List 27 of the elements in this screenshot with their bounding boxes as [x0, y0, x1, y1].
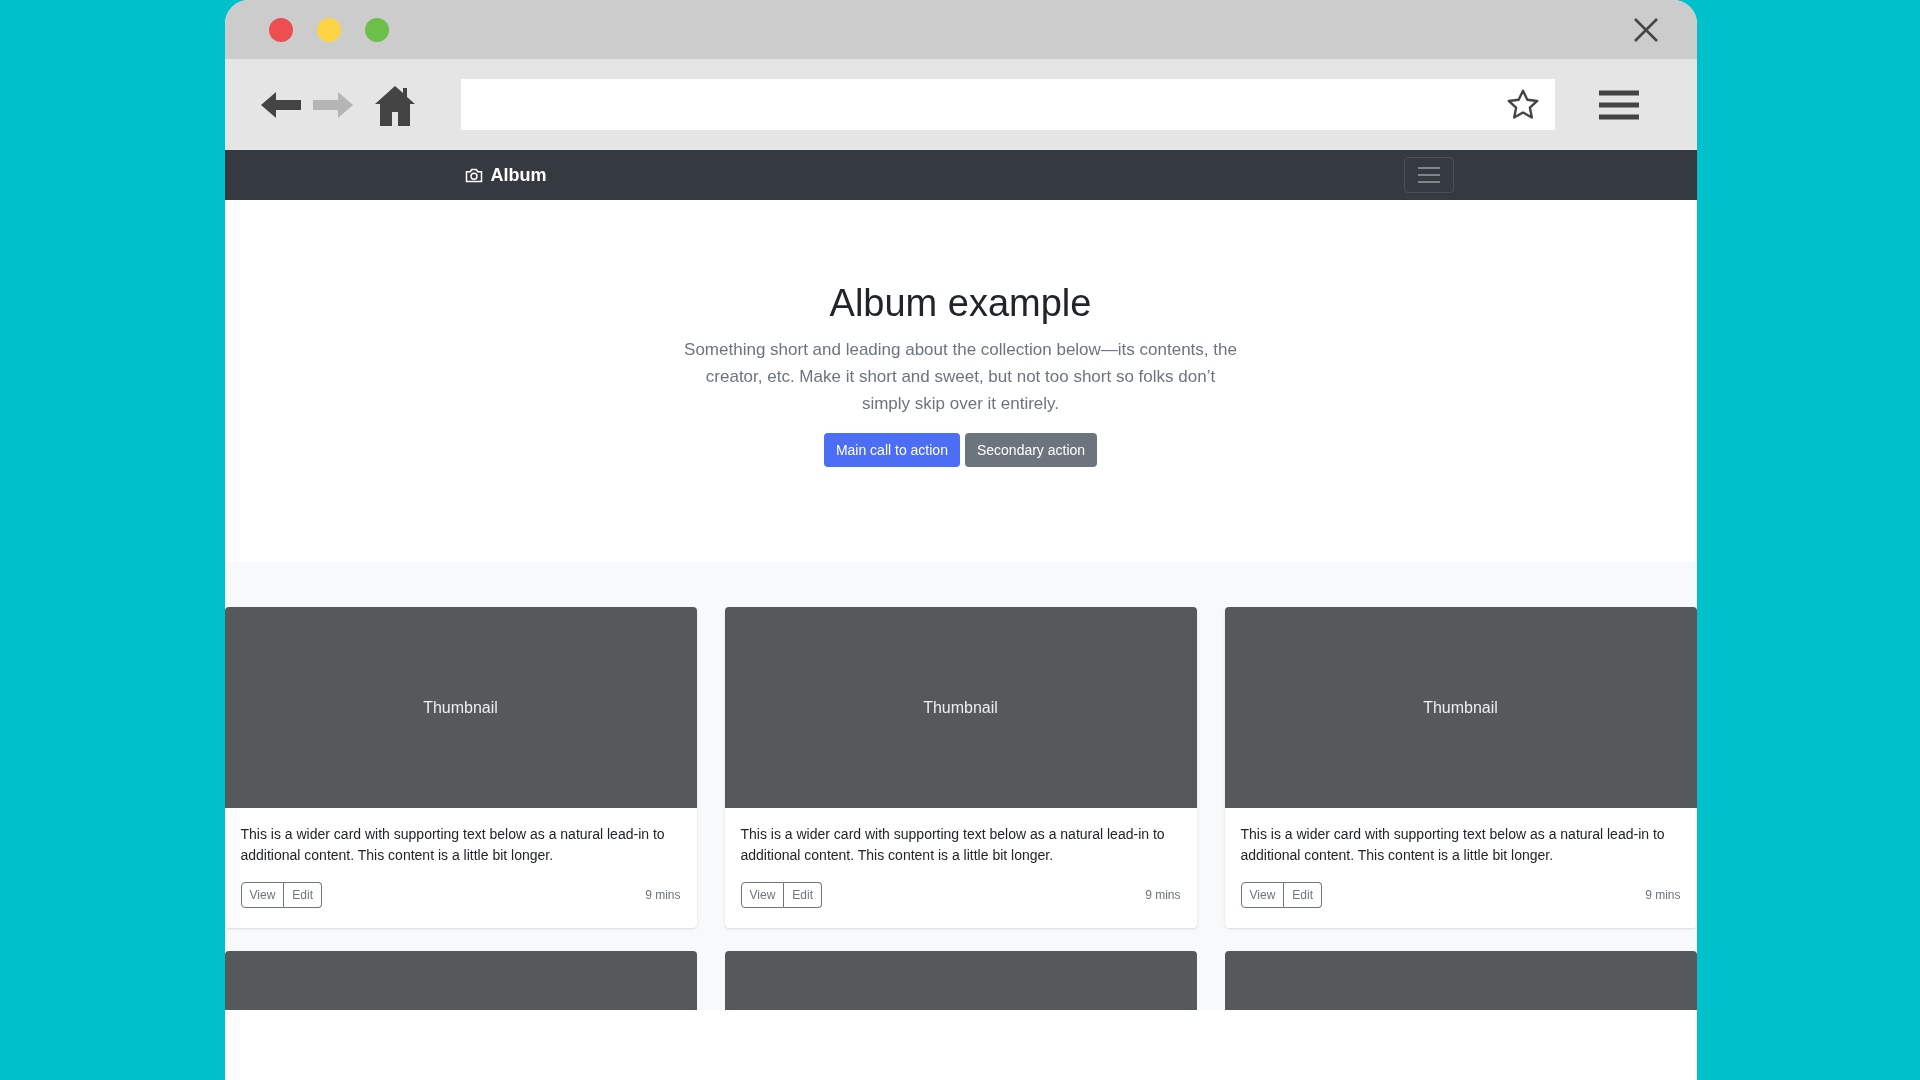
menu-icon [1417, 167, 1440, 183]
card-text: This is a wider card with supporting text below as a natural lead-in to additional content. This content is a little bit longer. [740, 825, 1166, 865]
card-button[interactable]: Edit [784, 882, 822, 908]
back-arrow-icon[interactable] [260, 89, 301, 120]
secondary-button[interactable]: Secondary action [964, 433, 1098, 467]
card-button[interactable]: View [740, 882, 785, 908]
brand-link[interactable]: Album [490, 161, 547, 189]
time-label: 9 mins [645, 887, 681, 904]
card-button[interactable]: View [1240, 882, 1285, 908]
thumbnail-label: Thumbnail [923, 697, 998, 718]
hero-lead: Something short and leading about the collection below—its contents, the creator, etc. Make it short and sweet, but not too short so folks don’t simply skip over it entirely. [683, 339, 1238, 415]
menu-icon[interactable] [1598, 89, 1639, 120]
card-button[interactable]: View [240, 882, 285, 908]
close-icon[interactable] [1632, 16, 1659, 43]
card-text: This is a wider card with supporting text below as a natural lead-in to additional content. This content is a little bit longer. [240, 825, 666, 865]
time-label: 9 mins [1645, 887, 1681, 904]
time-label: 9 mins [1145, 887, 1181, 904]
primary-button[interactable]: Main call to action [823, 433, 960, 467]
thumbnail-label: Thumbnail [423, 697, 498, 718]
menu-toggle-button[interactable] [1403, 157, 1454, 193]
camera-icon [464, 167, 483, 183]
thumbnail-label: Thumbnail [1423, 697, 1498, 718]
card-button[interactable]: Edit [1284, 882, 1322, 908]
hero-title: Album example [829, 284, 1092, 322]
card-text: This is a wider card with supporting text below as a natural lead-in to additional content. This content is a little bit longer. [1240, 825, 1666, 865]
card-button[interactable]: Edit [284, 882, 322, 908]
home-icon[interactable] [374, 83, 415, 126]
